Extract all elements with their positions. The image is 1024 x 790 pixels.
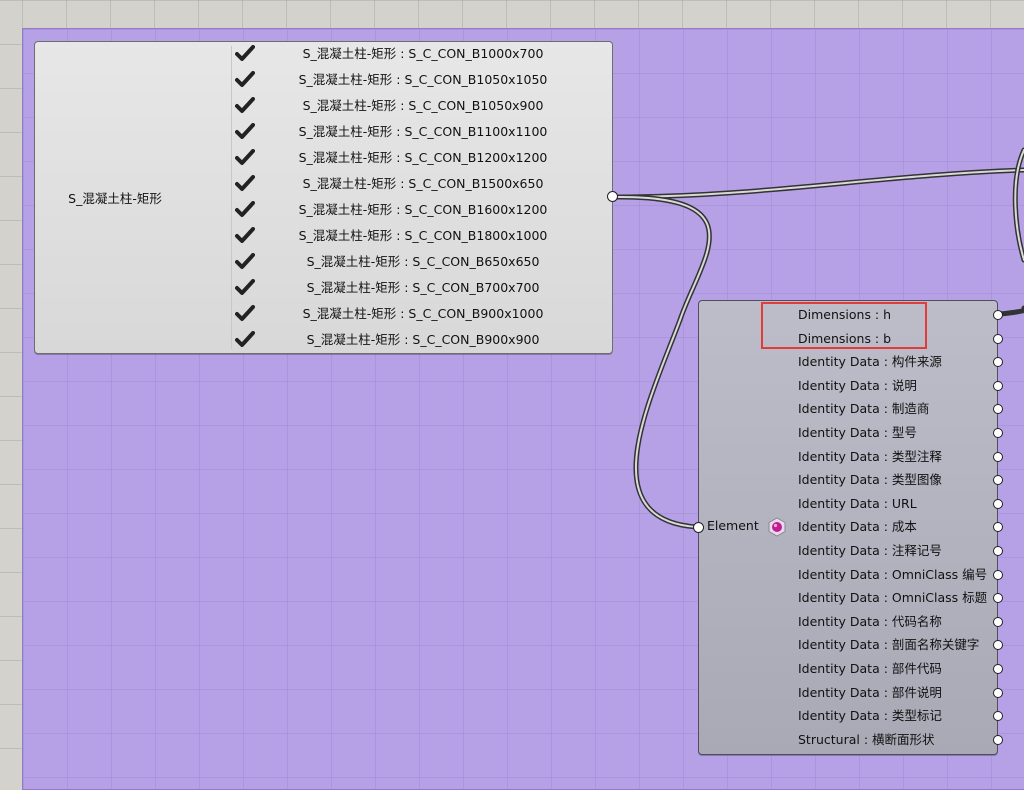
output-parameter-label: Identity Data : OmniClass 标题 [798, 590, 988, 606]
output-parameter-label: Identity Data : 类型标记 [798, 708, 942, 724]
output-grip[interactable] [993, 663, 1003, 674]
output-parameter[interactable]: Identity Data : 类型标记 [798, 704, 1003, 728]
value-list-item[interactable]: S_混凝土柱-矩形 : S_C_CON_B1500x650 [195, 172, 611, 198]
output-parameter-label: Identity Data : 注释记号 [798, 542, 942, 558]
output-parameter[interactable]: Identity Data : 部件代码 [798, 657, 1003, 681]
value-list-item[interactable]: S_混凝土柱-矩形 : S_C_CON_B900x1000 [195, 302, 611, 328]
output-grip[interactable] [993, 569, 1003, 580]
output-parameter[interactable]: Identity Data : 型号 [798, 421, 1003, 445]
output-parameter-label: Identity Data : URL [798, 495, 917, 511]
output-grip[interactable] [993, 380, 1003, 391]
value-list-item[interactable]: S_混凝土柱-矩形 : S_C_CON_B1600x1200 [195, 198, 611, 224]
output-grip[interactable] [993, 545, 1003, 556]
output-parameter[interactable]: Identity Data : 注释记号 [798, 539, 1003, 563]
output-parameter-label: Identity Data : 部件代码 [798, 660, 942, 676]
value-list-item[interactable]: S_混凝土柱-矩形 : S_C_CON_B1200x1200 [195, 146, 611, 172]
output-grip[interactable] [993, 734, 1003, 745]
output-parameter[interactable]: Identity Data : URL [798, 492, 1003, 516]
revit-element-icon [768, 517, 786, 537]
value-list-item-label: S_混凝土柱-矩形 : S_C_CON_B1200x1200 [298, 150, 548, 165]
output-parameter[interactable]: Identity Data : OmniClass 编号 [798, 563, 1003, 587]
value-list-item-label: S_混凝土柱-矩形 : S_C_CON_B1500x650 [302, 176, 544, 191]
value-list-item-label: S_混凝土柱-矩形 : S_C_CON_B900x1000 [302, 306, 544, 321]
output-parameter-label: Identity Data : 说明 [798, 377, 917, 393]
value-list-item-label: S_混凝土柱-矩形 : S_C_CON_B1800x1000 [298, 228, 548, 243]
wire-from-h [997, 305, 1024, 317]
output-parameter[interactable]: Structural : 横断面形状 [798, 728, 1003, 752]
value-list-item[interactable]: S_混凝土柱-矩形 : S_C_CON_B1000x700 [195, 42, 611, 68]
output-parameter-label: Identity Data : OmniClass 编号 [798, 566, 988, 582]
output-parameter-label: Structural : 横断面形状 [798, 731, 935, 747]
output-parameter[interactable]: Identity Data : 代码名称 [798, 610, 1003, 634]
output-parameter[interactable]: Identity Data : 剖面名称关键字 [798, 633, 1003, 657]
value-list-item-label: S_混凝土柱-矩形 : S_C_CON_B1600x1200 [298, 202, 548, 217]
output-parameter-label: Identity Data : 代码名称 [798, 613, 942, 629]
value-list-item-label: S_混凝土柱-矩形 : S_C_CON_B1100x1100 [298, 124, 548, 139]
output-parameter[interactable]: Identity Data : 部件说明 [798, 681, 1003, 705]
value-list-component[interactable]: S_混凝土柱-矩形 S_混凝土柱-矩形 : S_C_CON_B1000x700 S… [34, 41, 618, 354]
output-grip[interactable] [993, 333, 1003, 344]
output-parameter-label: Identity Data : 制造商 [798, 401, 930, 417]
value-list-item-label: S_混凝土柱-矩形 : S_C_CON_B650x650 [306, 254, 540, 269]
value-list-name: S_混凝土柱-矩形 [68, 191, 162, 206]
highlight-annotation-box [761, 302, 927, 349]
value-list-item[interactable]: S_混凝土柱-矩形 : S_C_CON_B650x650 [195, 250, 611, 276]
output-parameter[interactable]: Identity Data : 类型注释 [798, 445, 1003, 469]
value-list-item-label: S_混凝土柱-矩形 : S_C_CON_B700x700 [306, 280, 540, 295]
value-list-items: S_混凝土柱-矩形 : S_C_CON_B1000x700 S_混凝土柱-矩形 :… [195, 42, 611, 354]
value-list-output-grip[interactable] [607, 191, 618, 202]
output-parameter-label: Identity Data : 类型注释 [798, 448, 942, 464]
output-parameter-label: Identity Data : 成本 [798, 519, 917, 535]
output-parameter[interactable]: Identity Data : 说明 [798, 374, 1003, 398]
element-parameters-component[interactable]: Element Dimensions : h Dimensions : b Iden… [693, 300, 1003, 755]
output-parameter[interactable]: Identity Data : 类型图像 [798, 468, 1003, 492]
output-parameter[interactable]: Identity Data : OmniClass 标题 [798, 586, 1003, 610]
value-list-item[interactable]: S_混凝土柱-矩形 : S_C_CON_B1050x1050 [195, 68, 611, 94]
value-list-item-label: S_混凝土柱-矩形 : S_C_CON_B900x900 [306, 332, 540, 347]
element-input-label: Element [707, 518, 759, 533]
wire-to-element [612, 194, 712, 530]
output-parameter[interactable]: Identity Data : 构件来源 [798, 350, 1003, 374]
value-list-item-label: S_混凝土柱-矩形 : S_C_CON_B1050x1050 [298, 72, 548, 87]
output-parameter-label: Identity Data : 型号 [798, 424, 917, 440]
output-grip[interactable] [993, 616, 1003, 627]
output-grip[interactable] [993, 310, 1003, 320]
output-grip[interactable] [993, 498, 1003, 509]
output-parameter-label: Identity Data : 构件来源 [798, 354, 942, 370]
output-parameter[interactable]: Identity Data : 制造商 [798, 397, 1003, 421]
output-grip[interactable] [993, 451, 1003, 462]
output-grip[interactable] [993, 687, 1003, 698]
value-list-item[interactable]: S_混凝土柱-矩形 : S_C_CON_B1100x1100 [195, 120, 611, 146]
element-input-grip[interactable] [693, 522, 704, 533]
value-list-item[interactable]: S_混凝土柱-矩形 : S_C_CON_B1050x900 [195, 94, 611, 120]
value-list-item[interactable]: S_混凝土柱-矩形 : S_C_CON_B700x700 [195, 276, 611, 302]
value-list-item[interactable]: S_混凝土柱-矩形 : S_C_CON_B1800x1000 [195, 224, 611, 250]
output-parameter-label: Identity Data : 部件说明 [798, 684, 942, 700]
element-output-list: Dimensions : h Dimensions : b Identity Dat… [798, 303, 1003, 752]
output-parameter-label: Identity Data : 类型图像 [798, 472, 942, 488]
value-list-item[interactable]: S_混凝土柱-矩形 : S_C_CON_B900x900 [195, 328, 611, 354]
output-parameter-label: Identity Data : 剖面名称关键字 [798, 637, 980, 653]
output-parameter[interactable]: Identity Data : 成本 [798, 515, 1003, 539]
output-grip[interactable] [993, 427, 1003, 438]
value-list-item-label: S_混凝土柱-矩形 : S_C_CON_B1000x700 [302, 46, 544, 61]
value-list-item-label: S_混凝土柱-矩形 : S_C_CON_B1050x900 [302, 98, 544, 113]
